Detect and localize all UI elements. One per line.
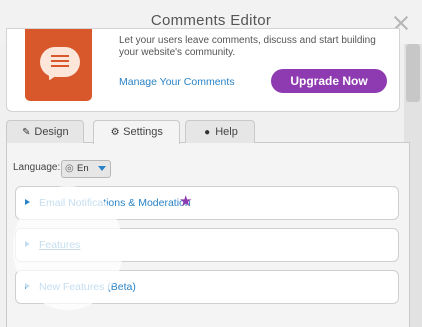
promo-card: Let your users leave comments, discuss a… [6,28,400,112]
expand-triangle-icon [25,283,30,289]
section-label: Features [39,239,81,251]
tab-settings[interactable]: ⚙ Settings [93,120,180,144]
gear-icon: ⚙ [110,127,120,138]
expand-triangle-icon [25,241,30,247]
tab-design[interactable]: ✎ Design [6,120,84,143]
new-badge-icon: ★ [179,193,193,210]
section-label: New Features (Beta) [39,281,136,293]
scrollbar-thumb[interactable] [406,44,420,102]
language-label: Language: [13,162,61,173]
section-features[interactable]: Features [15,228,399,262]
dialog-title: Comments Editor [150,12,272,29]
expand-triangle-icon [25,199,30,205]
comments-editor-dialog: Comments Editor Let your users leave com… [0,0,422,327]
manage-comments-link[interactable]: Manage Your Comments [119,76,235,88]
upgrade-now-button[interactable]: Upgrade Now [271,69,387,93]
language-select[interactable]: ◎ En [61,160,111,178]
section-new-features-beta[interactable]: New Features (Beta) [15,270,399,304]
user-icon: ● [204,127,211,138]
brush-icon: ✎ [22,127,31,138]
dropdown-arrow-icon [98,166,106,171]
comments-app-icon [25,29,92,101]
globe-icon: ◎ [65,163,74,174]
section-email-notifications[interactable]: Email Notifications & Moderation ★ [15,186,399,220]
promo-description: Let your users leave comments, discuss a… [119,35,376,58]
tab-help[interactable]: ● Help [185,120,255,143]
language-value: En [77,163,89,174]
section-label: Email Notifications & Moderation [39,197,191,209]
